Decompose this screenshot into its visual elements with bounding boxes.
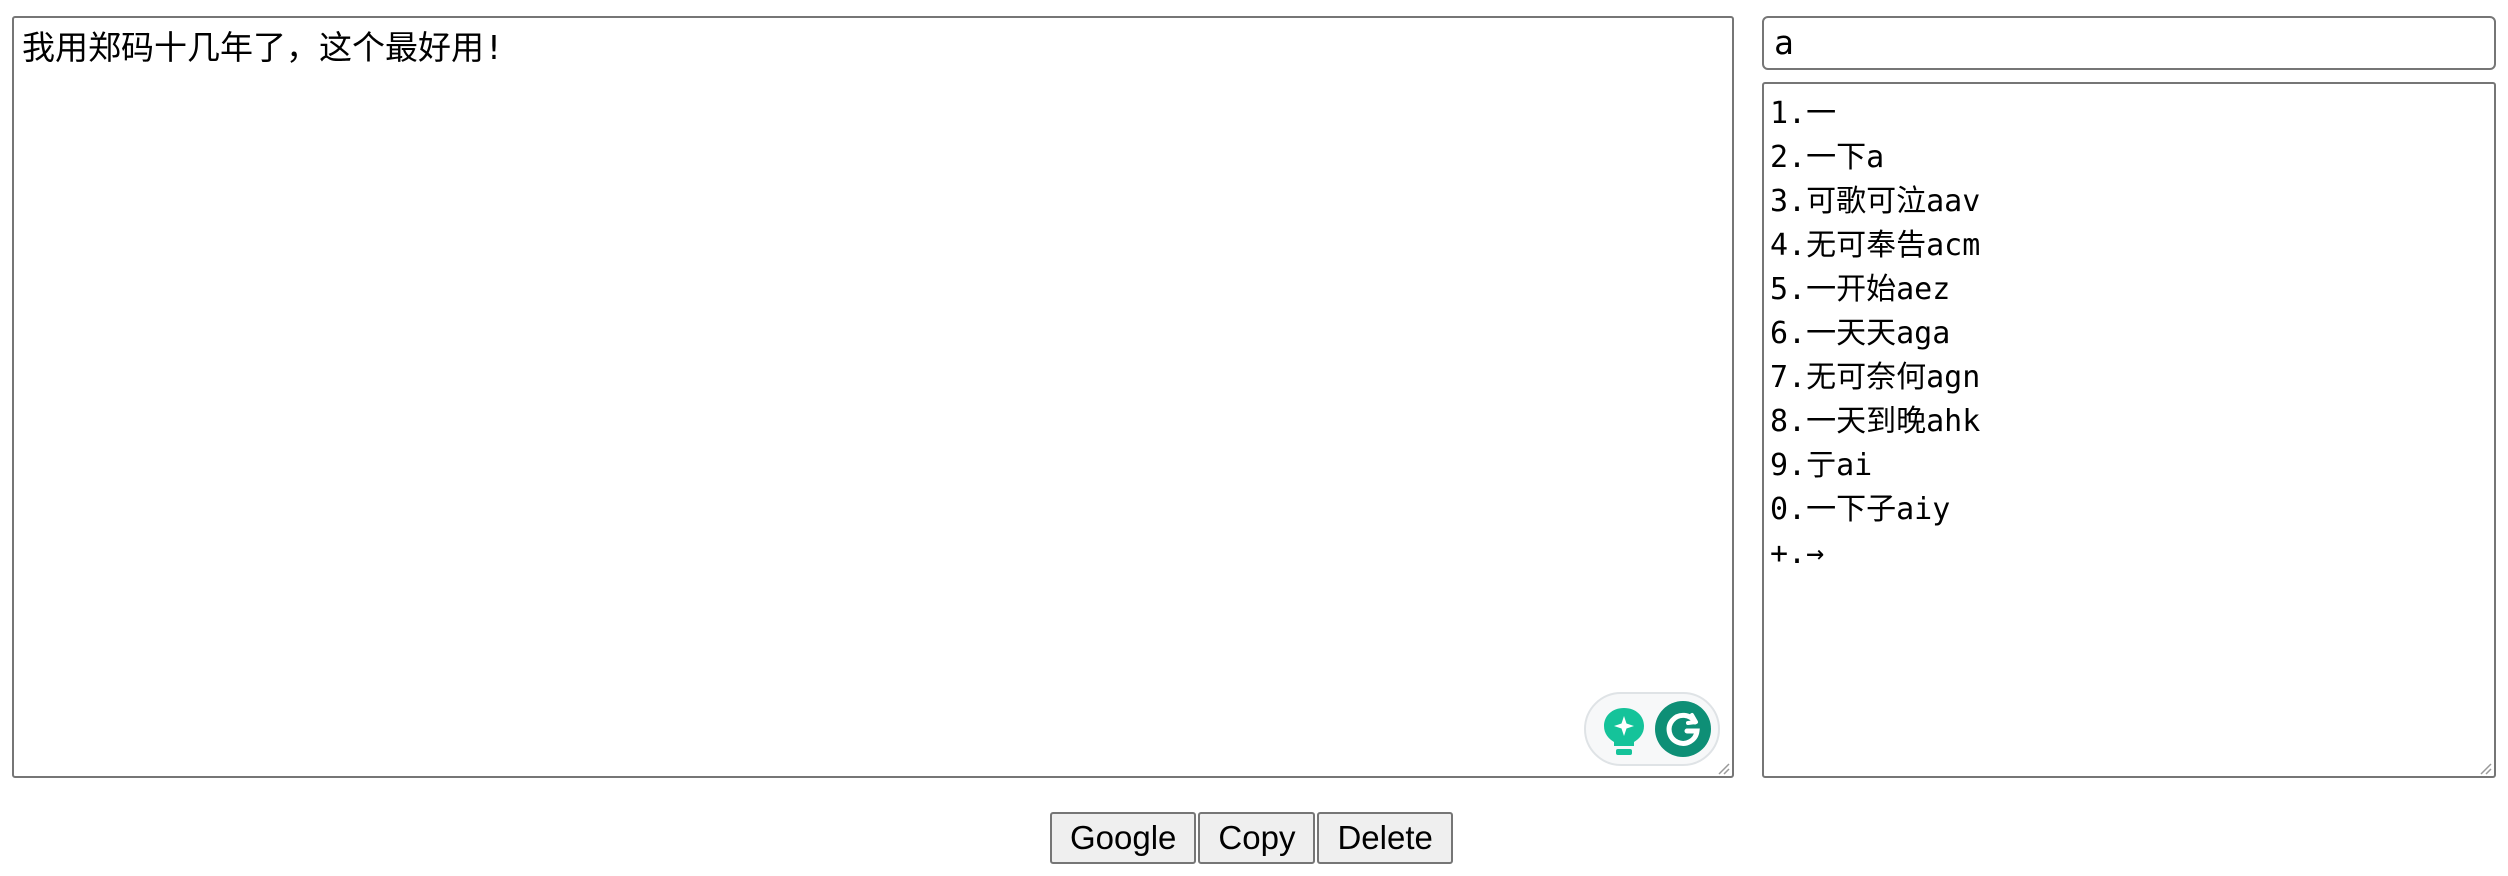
delete-button[interactable]: Delete [1317,812,1453,864]
grammarly-widget[interactable] [1584,692,1720,766]
action-buttons: Google Copy Delete [1050,812,1453,864]
next-page-item[interactable]: +.→ [1770,532,1980,576]
copy-button[interactable]: Copy [1198,812,1316,864]
candidate-item[interactable]: 6.一天天aga [1770,312,1980,356]
candidate-item[interactable]: 0.一下子aiy [1770,488,1980,532]
candidate-item[interactable]: 5.一开始aez [1770,268,1980,312]
resize-handle-icon[interactable] [1716,760,1730,775]
candidate-item[interactable]: 9.亍ai [1770,444,1980,488]
google-button[interactable]: Google [1050,812,1197,864]
candidate-item[interactable]: 1.一 [1770,92,1980,136]
candidate-item[interactable]: 7.无可奈何agn [1770,356,1980,400]
resize-handle-icon[interactable] [2478,760,2492,775]
candidate-item[interactable]: 3.可歌可泣aav [1770,180,1980,224]
candidate-list: 1.一 2.一下a 3.可歌可泣aav 4.无可奉告acm 5.一开始aez 6… [1770,92,1980,576]
candidate-item[interactable]: 8.一天到晚ahk [1770,400,1980,444]
main-text-editor[interactable]: 我用郑码十几年了，这个最好用! [12,16,1734,778]
candidate-item[interactable]: 4.无可奉告acm [1770,224,1980,268]
grammarly-logo-icon[interactable] [1654,700,1712,758]
code-input-field[interactable]: a [1762,16,2496,70]
editor-content: 我用郑码十几年了，这个最好用! [22,28,504,67]
lightbulb-icon[interactable] [1598,704,1650,758]
candidate-list-box[interactable]: 1.一 2.一下a 3.可歌可泣aav 4.无可奉告acm 5.一开始aez 6… [1762,82,2496,778]
candidate-item[interactable]: 2.一下a [1770,136,1980,180]
